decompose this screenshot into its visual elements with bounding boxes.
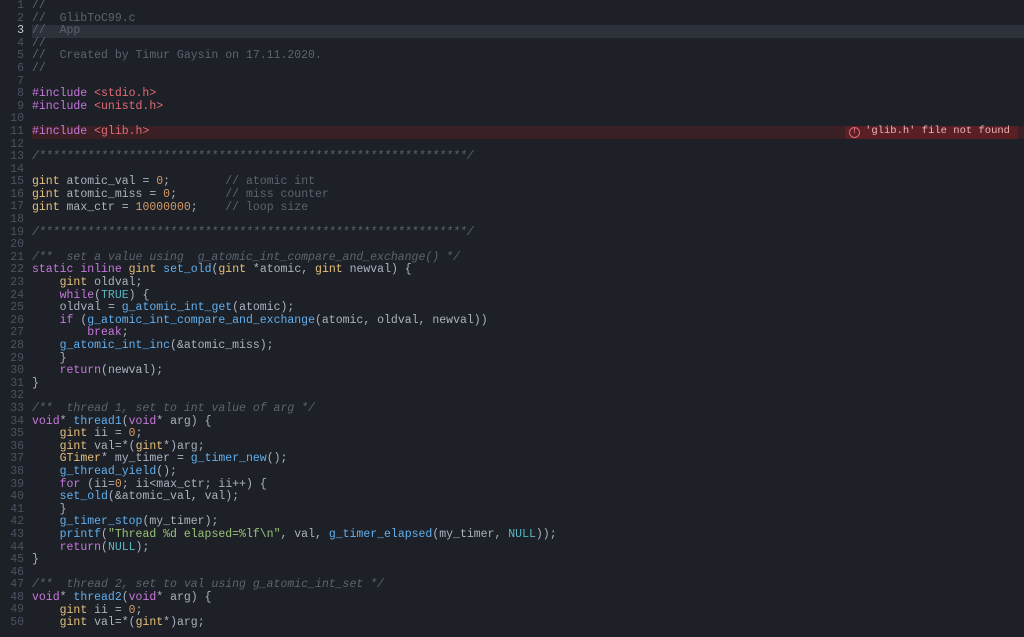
code-line[interactable]: #include <glib.h> — [32, 126, 149, 139]
code-line[interactable]: gint max_ctr = 10000000; // loop size — [32, 202, 308, 215]
line-number: 43 — [0, 529, 26, 542]
line-number: 33 — [0, 403, 26, 416]
line-number: 28 — [0, 340, 26, 353]
line-number: 3 — [0, 25, 26, 38]
code-line[interactable]: return(newval); — [32, 365, 163, 378]
line-number: 1 — [0, 0, 26, 13]
line-number: 8 — [0, 88, 26, 101]
line-number: 25 — [0, 302, 26, 315]
code-line[interactable]: } — [32, 378, 39, 391]
line-number: 35 — [0, 428, 26, 441]
code-line[interactable]: } — [32, 554, 39, 567]
code-line[interactable]: /***************************************… — [32, 151, 474, 164]
code-area[interactable]: //// GlibToC99.c// App//// Created by Ti… — [32, 0, 1024, 637]
code-line[interactable]: /***************************************… — [32, 227, 474, 240]
code-line[interactable]: // — [32, 63, 46, 76]
line-number: 6 — [0, 63, 26, 76]
error-icon: ! — [849, 127, 860, 138]
line-number: 30 — [0, 365, 26, 378]
error-badge[interactable]: ! 'glib.h' file not found — [845, 126, 1018, 139]
error-message: 'glib.h' file not found — [865, 126, 1010, 138]
code-line[interactable]: g_atomic_int_inc(&atomic_miss); — [32, 340, 274, 353]
line-number: 45 — [0, 554, 26, 567]
code-editor[interactable]: 1234567891011121314151617181920212223242… — [0, 0, 1024, 637]
line-number-gutter: 1234567891011121314151617181920212223242… — [0, 0, 32, 637]
code-line[interactable]: #include <unistd.h> — [32, 101, 163, 114]
code-line[interactable]: // Created by Timur Gaysin on 17.11.2020… — [32, 50, 322, 63]
line-number: 18 — [0, 214, 26, 227]
line-number: 23 — [0, 277, 26, 290]
code-line[interactable]: return(NULL); — [32, 542, 149, 555]
line-number: 13 — [0, 151, 26, 164]
code-line[interactable]: gint val=*(gint*)arg; — [32, 617, 205, 630]
line-number: 20 — [0, 239, 26, 252]
line-number: 40 — [0, 491, 26, 504]
line-number: 11 — [0, 126, 26, 139]
line-number: 38 — [0, 466, 26, 479]
line-number: 50 — [0, 617, 26, 630]
